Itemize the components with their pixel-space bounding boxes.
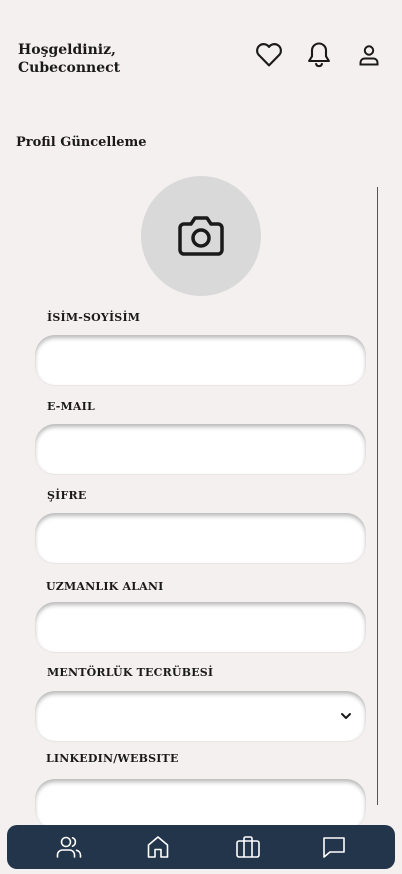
expertise-input[interactable] [35, 602, 366, 652]
bell-icon [308, 42, 330, 68]
expertise-label: UZMANLIK ALANI [46, 580, 164, 593]
email-field-container [35, 424, 366, 474]
nav-work-button[interactable] [234, 833, 262, 861]
page-title: Profil Güncelleme [16, 135, 147, 150]
home-icon [147, 836, 169, 858]
camera-icon [178, 216, 224, 256]
password-input[interactable] [35, 513, 366, 563]
name-input[interactable] [35, 335, 366, 385]
profile-button[interactable] [355, 41, 383, 69]
people-icon [56, 836, 82, 858]
nav-chat-button[interactable] [320, 833, 348, 861]
expertise-field-container [35, 602, 366, 652]
nav-people-button[interactable] [55, 833, 83, 861]
linkedin-field-container [35, 779, 366, 829]
mentoring-select[interactable] [35, 691, 366, 741]
password-label: ŞİFRE [47, 489, 87, 502]
chevron-down-icon [341, 713, 351, 719]
linkedin-input[interactable] [35, 779, 366, 829]
name-label: İSİM-SOYİSİM [47, 311, 141, 324]
greeting-line-2: Cubeconnect [18, 60, 121, 76]
notifications-button[interactable] [304, 38, 334, 70]
name-field-container [35, 335, 366, 385]
user-icon [359, 45, 379, 66]
email-label: E-MAIL [47, 400, 95, 413]
bottom-nav-bar [7, 825, 395, 869]
heart-icon [256, 43, 282, 67]
email-input[interactable] [35, 424, 366, 474]
chat-icon [323, 837, 345, 858]
nav-home-button[interactable] [144, 833, 172, 861]
linkedin-label: LINKEDIN/WEBSITE [46, 752, 179, 765]
greeting-line-1: Hoşgeldiniz, [18, 42, 116, 58]
briefcase-icon [236, 836, 260, 858]
scrollbar[interactable] [377, 187, 378, 805]
password-field-container [35, 513, 366, 563]
app-header: Hoşgeldiniz, Cubeconnect [0, 0, 402, 100]
mentoring-label: MENTÖRLÜK TECRÜBESİ [47, 666, 214, 679]
greeting-text: Hoşgeldiniz, Cubeconnect [18, 41, 120, 77]
favorites-button[interactable] [253, 38, 285, 70]
profile-photo-upload[interactable] [141, 176, 261, 296]
